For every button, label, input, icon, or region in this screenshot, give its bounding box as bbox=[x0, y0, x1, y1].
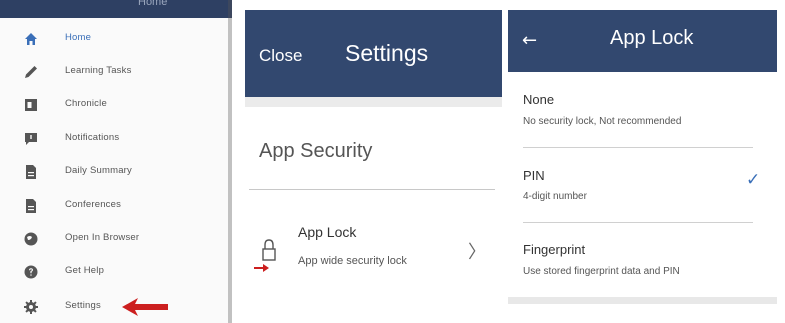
annotation-arrow-icon bbox=[122, 298, 168, 316]
app-lock-row[interactable]: App Lock App wide security lock 〉 bbox=[245, 210, 502, 290]
nav-item-chronicle[interactable]: Chronicle bbox=[0, 90, 228, 120]
nav-label: Home bbox=[65, 32, 92, 43]
app-lock-title: App Lock bbox=[298, 224, 357, 240]
nav-item-home[interactable]: Home bbox=[0, 24, 228, 54]
app-lock-subtitle: App wide security lock bbox=[298, 255, 407, 267]
settings-screen: Close Settings App Security App Lock App… bbox=[245, 10, 502, 296]
navigation-drawer: Home Home Learning Tasks Chronicle Notif… bbox=[0, 0, 232, 323]
chevron-right-icon: 〉 bbox=[468, 242, 486, 263]
bottom-edge bbox=[508, 297, 777, 304]
notification-icon bbox=[25, 133, 37, 145]
nav-item-notifications[interactable]: Notifications bbox=[0, 124, 228, 154]
nav-label: Notifications bbox=[65, 132, 120, 143]
nav-item-learning-tasks[interactable]: Learning Tasks bbox=[0, 57, 228, 87]
app-lock-screen: ← App Lock None No security lock, Not re… bbox=[508, 10, 777, 304]
back-arrow-icon[interactable]: ← bbox=[522, 30, 537, 51]
nav-label: Daily Summary bbox=[65, 165, 132, 176]
lock-icon bbox=[262, 239, 276, 261]
drawer-shadow-edge bbox=[228, 0, 232, 323]
page-title: Settings bbox=[345, 40, 429, 66]
nav-label: Learning Tasks bbox=[65, 65, 132, 76]
nav-label: Get Help bbox=[65, 265, 105, 276]
nav-label: Conferences bbox=[65, 199, 122, 210]
document-icon bbox=[26, 165, 36, 179]
nav-item-open-in-browser[interactable]: Open In Browser bbox=[0, 224, 228, 254]
app-lock-header: ← App Lock bbox=[508, 10, 777, 72]
nav-item-daily-summary[interactable]: Daily Summary bbox=[0, 157, 228, 187]
lock-option-fingerprint[interactable]: Fingerprint Use stored fingerprint data … bbox=[508, 223, 777, 297]
home-icon bbox=[25, 33, 37, 45]
option-title: None bbox=[523, 92, 555, 107]
nav-item-get-help[interactable]: Get Help bbox=[0, 257, 228, 287]
nav-item-settings[interactable]: Settings bbox=[0, 292, 228, 322]
lock-option-pin[interactable]: PIN 4-digit number bbox=[508, 148, 777, 222]
nav-label: Open In Browser bbox=[65, 232, 140, 243]
nav-item-conferences[interactable]: Conferences bbox=[0, 191, 228, 221]
globe-icon bbox=[24, 232, 38, 246]
gear-icon bbox=[24, 300, 38, 314]
document-icon bbox=[26, 199, 36, 213]
option-title: PIN bbox=[523, 168, 545, 183]
nav-label: Chronicle bbox=[65, 98, 107, 109]
chronicle-icon bbox=[25, 99, 37, 111]
section-separator bbox=[245, 97, 502, 107]
lock-option-none[interactable]: None No security lock, Not recommended bbox=[508, 72, 777, 146]
help-icon bbox=[24, 265, 38, 279]
nav-label: Settings bbox=[65, 300, 101, 311]
option-subtitle: 4-digit number bbox=[523, 191, 587, 202]
settings-header: Close Settings bbox=[245, 10, 502, 97]
divider bbox=[249, 189, 495, 190]
annotation-arrow-icon bbox=[254, 264, 269, 272]
option-subtitle: No security lock, Not recommended bbox=[523, 116, 682, 127]
check-icon: ✓ bbox=[746, 170, 761, 190]
drawer-header: Home bbox=[0, 0, 232, 18]
section-title-app-security: App Security bbox=[259, 140, 373, 162]
option-title: Fingerprint bbox=[523, 242, 586, 257]
pencil-icon bbox=[25, 66, 37, 78]
drawer-header-title: Home bbox=[138, 0, 168, 8]
page-title: App Lock bbox=[610, 27, 694, 49]
option-subtitle: Use stored fingerprint data and PIN bbox=[523, 266, 680, 277]
close-button[interactable]: Close bbox=[259, 46, 302, 66]
